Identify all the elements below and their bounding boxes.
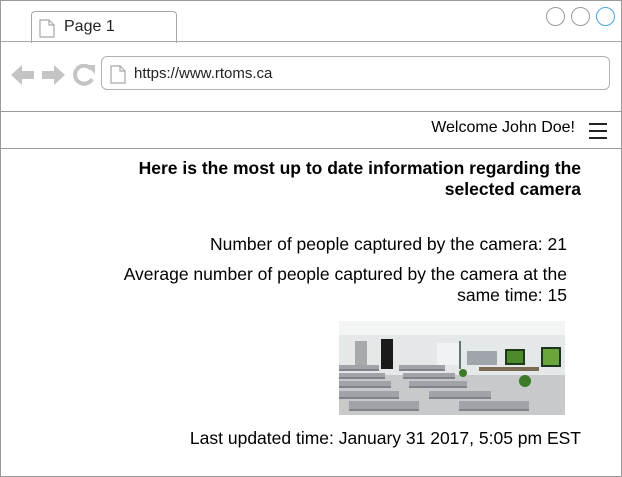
tab-title: Page 1 [64, 18, 115, 35]
tab-strip-divider [1, 41, 621, 42]
back-arrow-icon[interactable] [11, 64, 35, 91]
header-divider [1, 148, 621, 149]
window-close-button[interactable] [596, 7, 615, 26]
people-captured-text: Number of people captured by the camera:… [209, 234, 567, 254]
browser-chrome: Page 1 https://www.rtoms.ca [1, 1, 621, 111]
reload-icon[interactable] [72, 63, 96, 91]
page-icon [110, 65, 126, 89]
hamburger-menu-icon[interactable] [589, 123, 607, 139]
page-icon [39, 19, 55, 43]
page-heading: Here is the most up to date information … [138, 158, 581, 199]
average-people-text: Average number of people captured by the… [123, 264, 567, 305]
last-updated-text: Last updated time: January 31 2017, 5:05… [189, 428, 581, 448]
url-text: https://www.rtoms.ca [134, 65, 273, 82]
chrome-divider [1, 111, 621, 112]
welcome-text: Welcome John Doe! [431, 119, 575, 136]
forward-arrow-icon[interactable] [41, 64, 65, 91]
browser-window: Page 1 https://www.rtoms.ca Welcome John… [0, 0, 622, 477]
window-minimize-button[interactable] [546, 7, 565, 26]
camera-image [339, 321, 565, 415]
address-bar[interactable]: https://www.rtoms.ca [101, 56, 610, 90]
browser-tab[interactable]: Page 1 [31, 11, 177, 43]
window-maximize-button[interactable] [571, 7, 590, 26]
